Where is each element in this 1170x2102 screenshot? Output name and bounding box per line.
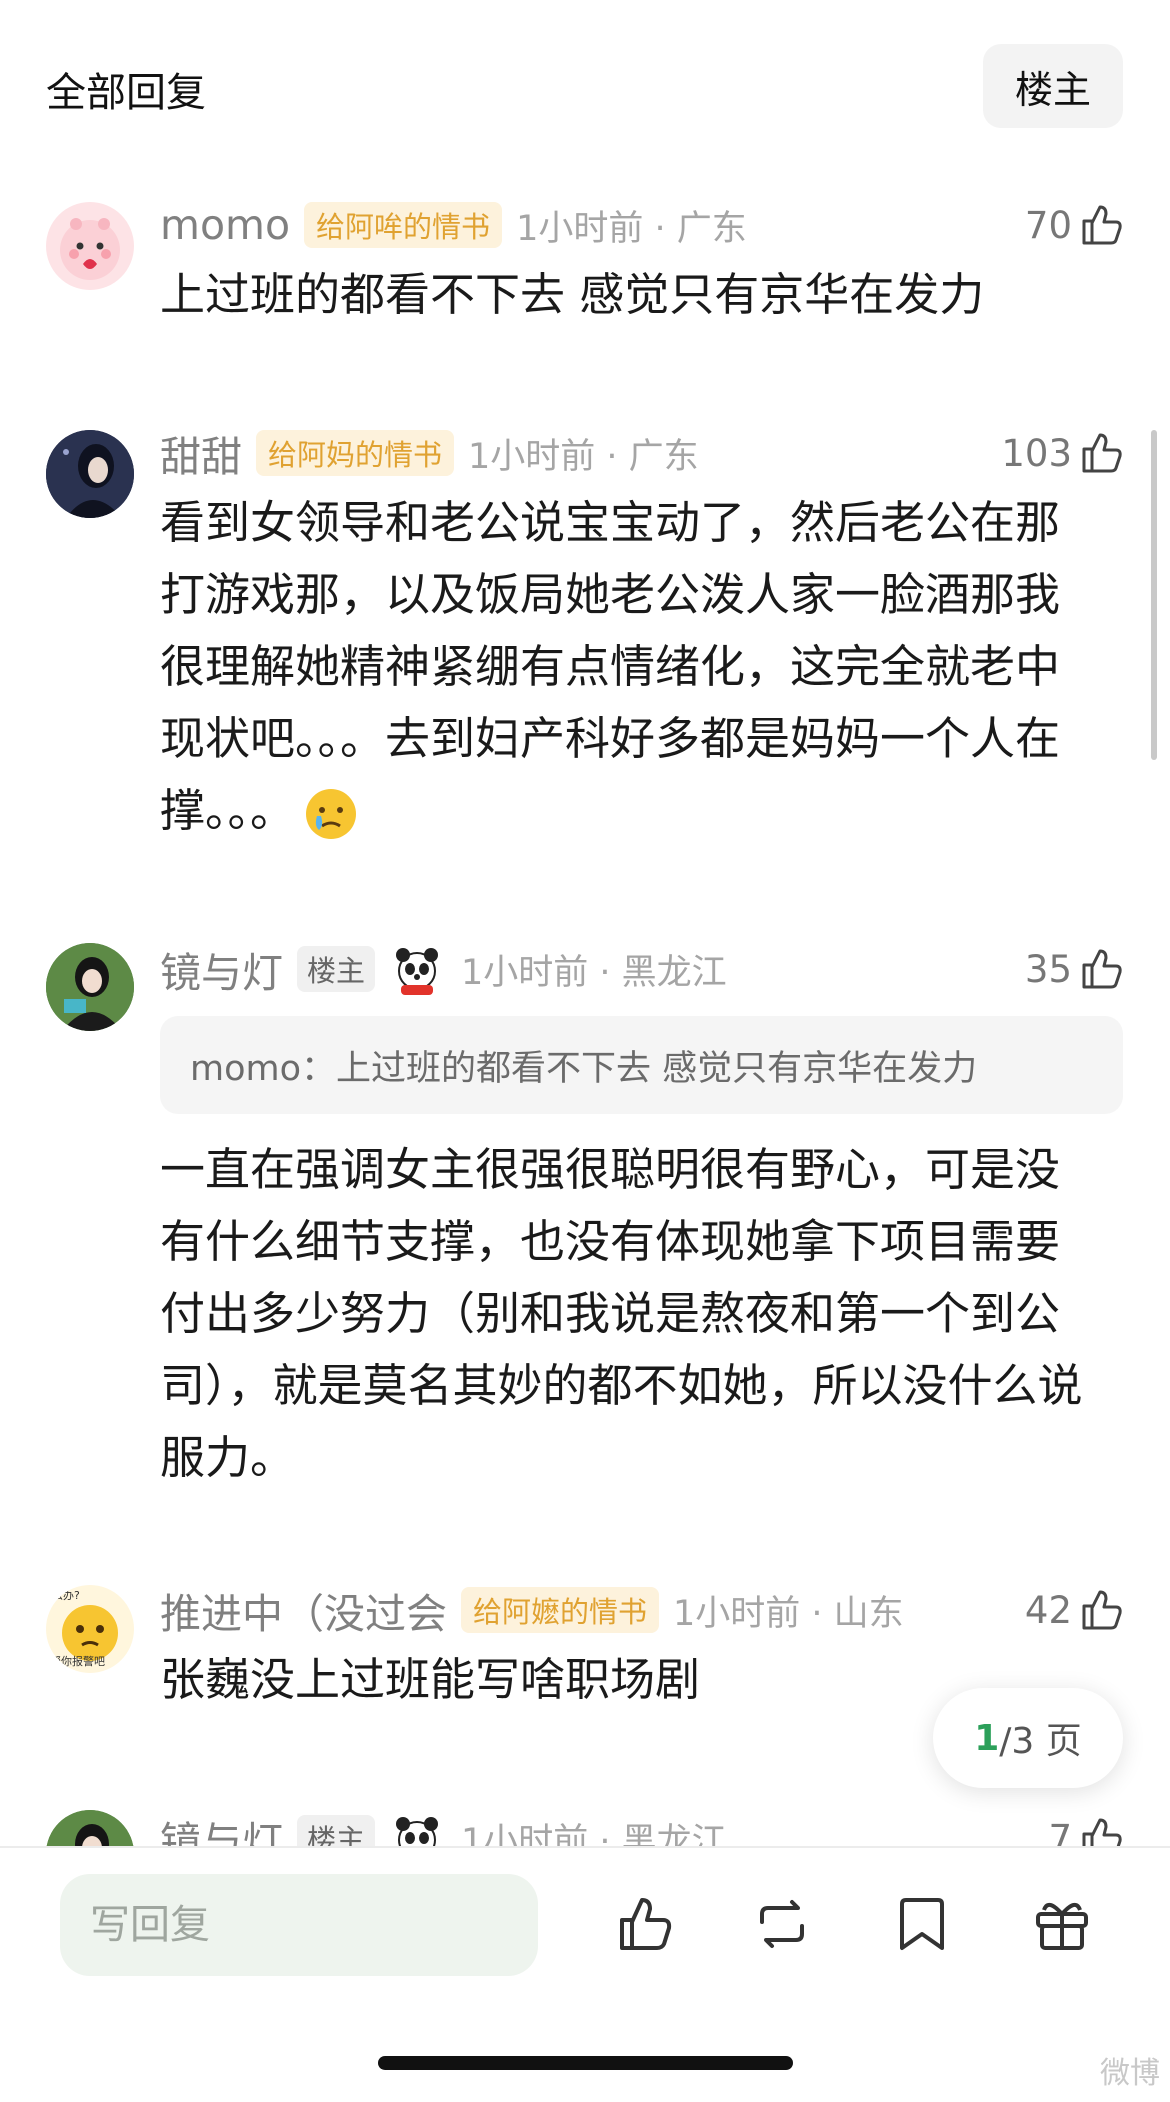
header: 全部回复 楼主 (0, 0, 1170, 180)
thumb-up-icon[interactable] (614, 1892, 678, 1956)
owner-tag: 楼主 (297, 1815, 376, 1846)
watermark: 微博 (1100, 2056, 1160, 2091)
quoted-reply[interactable]: momo：上过班的都看不下去 感觉只有京华在发力 (160, 1016, 1123, 1114)
avatar[interactable] (46, 943, 134, 1031)
comment-text: 上过班的都看不下去 感觉只有京华在发力 (160, 268, 985, 321)
fan-badge[interactable]: 给阿哞的情书 (304, 202, 503, 248)
username[interactable]: 镜与灯 (160, 939, 283, 999)
reply-input[interactable] (60, 1874, 538, 1976)
username[interactable]: momo (160, 201, 290, 249)
like-button[interactable]: 35 (1025, 941, 1126, 997)
avatar[interactable] (46, 1810, 134, 1846)
like-button[interactable]: 70 (1025, 197, 1126, 253)
like-count: 70 (1024, 203, 1072, 247)
thumb-up-icon (1082, 433, 1122, 473)
comment-item-partial: 镜与灯 楼主 1小时前 · 黑龙江 7 (0, 1780, 1170, 1846)
bottom-bar: 微博 (0, 1846, 1170, 2102)
comment-meta: 镜与灯 楼主 1小时前 · 黑龙江 (160, 941, 727, 997)
page-title: 全部回复 (46, 70, 206, 116)
time-location: 1小时前 · 黑龙江 (461, 1821, 727, 1847)
avatar[interactable]: 么办? 帮你报警吧 (46, 1585, 134, 1673)
thumb-up-icon (1082, 1818, 1122, 1846)
panda-sticker-icon (396, 1817, 439, 1846)
like-count: 35 (1024, 947, 1072, 991)
owner-tag: 楼主 (297, 946, 376, 992)
like-button[interactable]: 42 (1025, 1582, 1126, 1638)
home-indicator (378, 2056, 793, 2070)
thumb-up-icon (1082, 1590, 1122, 1630)
bookmark-icon[interactable] (890, 1892, 954, 1956)
like-button[interactable]: 7 (1048, 1810, 1126, 1846)
gift-icon[interactable] (1030, 1892, 1094, 1956)
avatar-caption-bottom: 帮你报警吧 (50, 1655, 105, 1668)
repost-icon[interactable] (750, 1892, 814, 1956)
comment-text-content: 看到女领导和老公说宝宝动了，然后老公在那打游戏那，以及饭局她老公泼人家一脸酒那我… (160, 496, 1061, 837)
avatar[interactable] (46, 430, 134, 518)
username[interactable]: 镜与灯 (160, 1808, 283, 1846)
page-indicator[interactable]: 1 /3 页 (933, 1688, 1123, 1788)
like-button[interactable]: 103 (1001, 425, 1126, 481)
panda-sticker-icon (396, 948, 439, 995)
page-current: 1 (974, 1717, 1000, 1759)
comment-meta: 镜与灯 楼主 1小时前 · 黑龙江 (160, 1810, 727, 1846)
owner-filter-button[interactable]: 楼主 (983, 44, 1123, 128)
time-location: 1小时前 · 山东 (673, 1593, 904, 1634)
time-location: 1小时前 · 广东 (468, 436, 699, 477)
fan-badge[interactable]: 给阿嬷的情书 (461, 1587, 660, 1633)
avatar-caption-top: 么办? (52, 1589, 80, 1602)
thumb-up-icon (1082, 949, 1122, 989)
username[interactable]: 推进中（没过会 (160, 1580, 447, 1640)
like-count: 103 (1001, 431, 1072, 475)
avatar[interactable] (46, 202, 134, 290)
like-count: 7 (1048, 1816, 1072, 1847)
comment-text: 一直在强调女主很强很聪明很有野心，可是没有什么细节支撑，也没有体现她拿下项目需要… (160, 1143, 1083, 1484)
page-total: /3 页 (999, 1721, 1082, 1762)
fan-badge[interactable]: 给阿妈的情书 (256, 430, 455, 476)
thumb-up-icon (1082, 205, 1122, 245)
username[interactable]: 甜甜 (160, 423, 242, 483)
like-count: 42 (1024, 1588, 1072, 1632)
comment-text: 看到女领导和老公说宝宝动了，然后老公在那打游戏那，以及饭局她老公泼人家一脸酒那我… (160, 487, 1090, 847)
scrollbar[interactable] (1151, 430, 1157, 760)
comment-meta: 甜甜 给阿妈的情书 1小时前 · 广东 (160, 425, 699, 481)
time-location: 1小时前 · 广东 (516, 208, 747, 249)
time-location: 1小时前 · 黑龙江 (461, 952, 727, 993)
cry-face-emoji-icon (306, 789, 357, 839)
comment-meta: 推进中（没过会 给阿嬷的情书 1小时前 · 山东 (160, 1582, 904, 1638)
comment-meta: momo 给阿哞的情书 1小时前 · 广东 (160, 197, 747, 253)
